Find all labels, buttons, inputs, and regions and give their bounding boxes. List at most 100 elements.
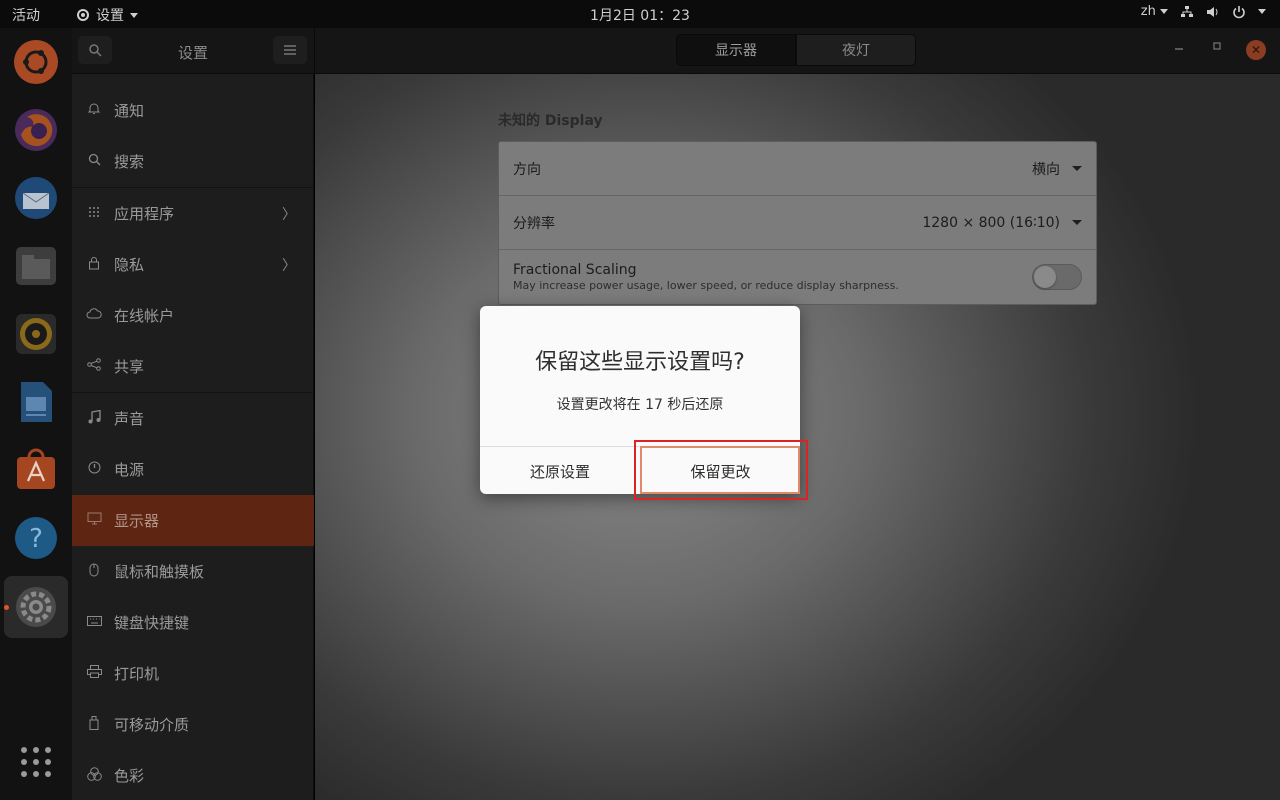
usb-drive-icon bbox=[72, 715, 114, 734]
power-icon bbox=[72, 461, 114, 478]
fractional-scaling-toggle[interactable] bbox=[1032, 264, 1082, 290]
search-icon bbox=[72, 153, 114, 170]
hamburger-icon bbox=[284, 45, 296, 55]
mouse-icon bbox=[72, 563, 114, 581]
sidebar-item-privacy[interactable]: 隐私 〉 bbox=[72, 239, 314, 290]
tab-night-light[interactable]: 夜灯 bbox=[796, 34, 916, 66]
sidebar-item-applications[interactable]: 应用程序 〉 bbox=[72, 188, 314, 239]
network-icon bbox=[1181, 5, 1193, 17]
tab-displays[interactable]: 显示器 bbox=[676, 34, 796, 66]
sidebar-item-label: 应用程序 bbox=[114, 205, 175, 223]
fractional-scaling-text: Fractional Scaling May increase power us… bbox=[513, 262, 899, 292]
sidebar-item-notifications[interactable]: 通知 bbox=[72, 85, 314, 136]
input-language[interactable]: zh bbox=[1141, 4, 1168, 19]
sidebar-item-label: 搜索 bbox=[114, 153, 145, 171]
sidebar-item-label: 鼠标和触摸板 bbox=[114, 563, 205, 581]
dialog-title: 保留这些显示设置吗? bbox=[535, 350, 745, 375]
sidebar-item-label: 在线帐户 bbox=[114, 307, 175, 325]
sidebar-item-keyboard-shortcuts[interactable]: 键盘快捷键 bbox=[72, 597, 314, 648]
resolution-row[interactable]: 分辨率 1280 × 800 (16∶10) bbox=[499, 196, 1096, 250]
sidebar-item-label: 声音 bbox=[114, 410, 145, 428]
view-switcher: 显示器 夜灯 bbox=[676, 34, 916, 66]
minimize-button[interactable] bbox=[1174, 40, 1184, 55]
close-icon: ✕ bbox=[1250, 43, 1262, 57]
chevron-right-icon: 〉 bbox=[282, 206, 296, 223]
printer-icon bbox=[72, 665, 114, 682]
resolution-label: 分辨率 bbox=[513, 215, 555, 232]
sidebar-item-label: 键盘快捷键 bbox=[114, 614, 190, 632]
headerbar-divider bbox=[314, 28, 315, 74]
monitor-icon bbox=[72, 512, 114, 529]
language-label: zh bbox=[1140, 4, 1156, 19]
dialog-message: 设置更改将在 17 秒后还原 bbox=[556, 397, 724, 413]
chevron-down-icon bbox=[1072, 220, 1082, 225]
sidebar-item-sharing[interactable]: 共享 bbox=[72, 341, 314, 392]
dock: ? bbox=[0, 28, 72, 800]
apps-grid-icon bbox=[72, 206, 114, 222]
chevron-right-icon: 〉 bbox=[282, 257, 296, 274]
sidebar-item-label: 打印机 bbox=[114, 665, 160, 683]
ubuntu-icon[interactable] bbox=[12, 38, 60, 86]
sidebar-item-sound[interactable]: 声音 bbox=[72, 393, 314, 444]
lock-icon bbox=[72, 256, 114, 274]
help-icon[interactable]: ? bbox=[12, 514, 60, 562]
revert-settings-button[interactable]: 还原设置 bbox=[480, 447, 640, 494]
sidebar-item-displays[interactable]: 显示器 bbox=[72, 495, 314, 546]
keyboard-icon bbox=[72, 615, 114, 630]
toggle-knob bbox=[1034, 266, 1056, 288]
keep-changes-button[interactable]: 保留更改 bbox=[640, 447, 800, 494]
orientation-label: 方向 bbox=[513, 161, 541, 178]
cloud-icon bbox=[72, 308, 114, 323]
maximize-icon bbox=[1213, 42, 1221, 50]
maximize-button[interactable] bbox=[1212, 40, 1222, 55]
sidebar-item-online-accounts[interactable]: 在线帐户 bbox=[72, 290, 314, 341]
orientation-dropdown[interactable]: 横向 bbox=[1032, 159, 1082, 179]
thunderbird-icon[interactable] bbox=[12, 174, 60, 222]
chevron-down-icon bbox=[1258, 9, 1266, 14]
bell-icon bbox=[72, 102, 114, 119]
clock[interactable]: 1月2日 01：23 bbox=[0, 5, 1280, 25]
sidebar-item-label: 通知 bbox=[114, 102, 145, 120]
sidebar-item-label: 电源 bbox=[114, 461, 145, 479]
sidebar-item-printers[interactable]: 打印机 bbox=[72, 648, 314, 699]
sidebar-item-mouse-touchpad[interactable]: 鼠标和触摸板 bbox=[72, 546, 314, 597]
files-icon[interactable] bbox=[12, 242, 60, 290]
menu-button[interactable] bbox=[273, 36, 307, 64]
writer-icon[interactable] bbox=[12, 378, 60, 426]
orientation-value: 横向 bbox=[1032, 161, 1060, 178]
color-icon bbox=[72, 766, 114, 785]
sidebar-item-label: 隐私 bbox=[114, 256, 145, 274]
chevron-down-icon bbox=[1160, 9, 1168, 14]
fractional-scaling-row: Fractional Scaling May increase power us… bbox=[499, 250, 1096, 304]
window-headerbar: 设置 显示器 夜灯 ✕ bbox=[72, 28, 1280, 74]
resolution-dropdown[interactable]: 1280 × 800 (16∶10) bbox=[922, 215, 1082, 231]
firefox-icon[interactable] bbox=[12, 106, 60, 154]
orientation-row[interactable]: 方向 横向 bbox=[499, 142, 1096, 196]
sidebar-item-color[interactable]: 色彩 bbox=[72, 750, 314, 800]
settings-icon[interactable] bbox=[12, 583, 60, 631]
share-icon bbox=[72, 358, 114, 375]
fractional-scaling-label: Fractional Scaling bbox=[513, 262, 637, 278]
show-applications-icon[interactable] bbox=[12, 738, 60, 786]
top-bar: 活动 设置 1月2日 01：23 zh bbox=[0, 0, 1280, 28]
resolution-value: 1280 × 800 (16∶10) bbox=[922, 214, 1060, 231]
display-heading: 未知的 Display bbox=[498, 113, 603, 129]
keep-settings-dialog: 保留这些显示设置吗? 设置更改将在 17 秒后还原 还原设置 保留更改 bbox=[480, 306, 800, 494]
volume-icon bbox=[1207, 6, 1218, 17]
system-tray[interactable]: zh bbox=[1141, 4, 1266, 19]
running-indicator bbox=[4, 605, 9, 610]
fractional-scaling-description: May increase power usage, lower speed, o… bbox=[513, 279, 899, 292]
display-settings-list: 方向 横向 分辨率 1280 × 800 (16∶10) Fractional … bbox=[498, 141, 1097, 305]
close-button[interactable]: ✕ bbox=[1246, 40, 1266, 60]
sidebar-item-removable-media[interactable]: 可移动介质 bbox=[72, 699, 314, 750]
app-center-icon[interactable] bbox=[12, 446, 60, 494]
chevron-down-icon bbox=[1072, 166, 1082, 171]
sidebar-item-search[interactable]: 搜索 bbox=[72, 136, 314, 187]
rhythmbox-icon[interactable] bbox=[12, 310, 60, 358]
sidebar-item-power[interactable]: 电源 bbox=[72, 444, 314, 495]
dialog-button-row: 还原设置 保留更改 bbox=[480, 446, 800, 494]
sidebar-item-label: 显示器 bbox=[114, 512, 160, 530]
music-note-icon bbox=[72, 409, 114, 428]
svg-text:?: ? bbox=[29, 524, 43, 554]
minimize-icon bbox=[1175, 48, 1183, 50]
